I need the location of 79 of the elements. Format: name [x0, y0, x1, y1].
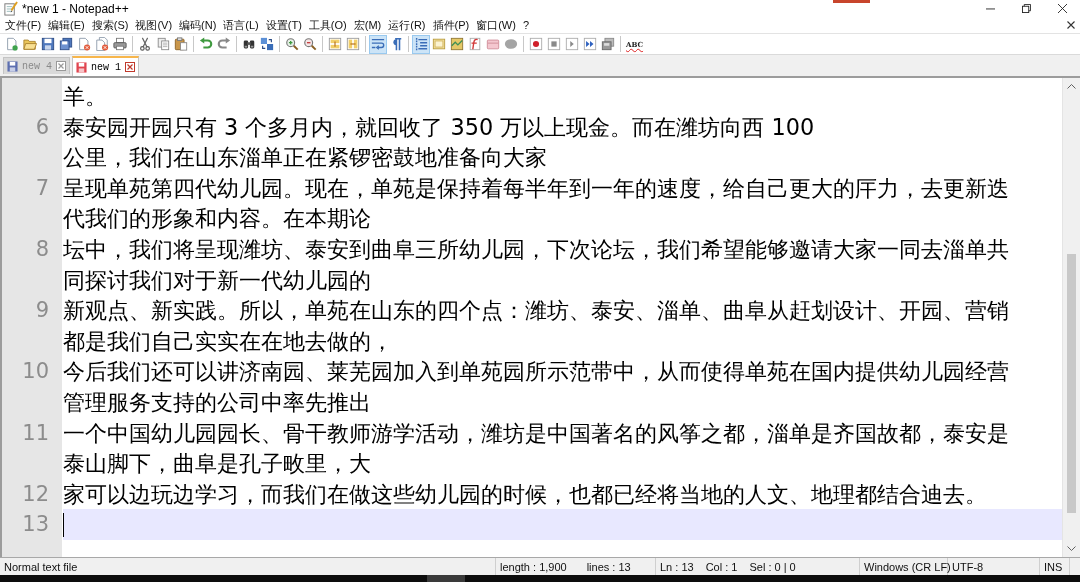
document-icon [432, 37, 446, 51]
menu-item[interactable]: 工具(O) [307, 17, 348, 33]
menu-item[interactable]: 视图(V) [134, 17, 174, 33]
menu-item[interactable]: ? [521, 17, 531, 33]
floppy-disks-icon [59, 37, 73, 51]
word-wrap-icon [371, 37, 385, 51]
line-number: 10 [22, 358, 49, 386]
window-title: *new 1 - Notepad++ [22, 1, 129, 16]
oval-icon [504, 37, 518, 51]
insert-mode-label: INS [1044, 560, 1063, 573]
replace-icon [260, 37, 274, 51]
copy-icon [156, 37, 170, 51]
printer-icon [113, 37, 127, 51]
clipboard-icon [174, 37, 188, 51]
scrollbar[interactable] [1062, 78, 1080, 557]
scrollbar-thumb[interactable] [1067, 254, 1076, 513]
code-line: 家可以边玩边学习，而我们在做这些幼儿园的时候，也都已经将当地的人文、地理都结合迪去。 [63, 479, 987, 509]
menu-item[interactable]: 运行(R) [387, 17, 427, 33]
close-icon[interactable] [1067, 21, 1075, 29]
encoding-label: UTF-8 [952, 560, 984, 573]
chevron-down-icon[interactable] [1067, 546, 1076, 552]
vertical-sync-icon [328, 37, 342, 51]
line-number: 9 [35, 297, 49, 325]
menu-item[interactable]: 编辑(E) [47, 17, 86, 33]
fast-forward-icon [583, 37, 597, 51]
macro-save-icon [601, 37, 615, 51]
code-line: 呈现单苑第四代幼儿园。现在，单苑是保持着每半年到一年的速度，给自己更大的厈力，去更新迭 代我们的形象和内容。在本期论 [63, 173, 1009, 234]
length-label: length : 1,900 [500, 560, 567, 573]
menu-item[interactable]: 宏(M) [352, 17, 383, 33]
map-icon [450, 37, 464, 51]
code-line: 坛中，我们将呈现潍坊、泰安到曲阜三所幼儿园，下次论坛，我们希望能够邀请大家一同去淄单共 同探讨我们对于新一代幼儿园的 [63, 234, 1009, 295]
indicator-strip [833, 0, 870, 3]
redo-icon [217, 37, 231, 51]
menu-item[interactable]: 窗口(W) [475, 17, 517, 33]
lines-label: lines : 13 [586, 560, 631, 573]
line-number: 13 [22, 511, 49, 539]
indent-guide-icon [414, 37, 428, 51]
menu-item[interactable]: 插件(P) [431, 17, 471, 33]
file-type-label: Normal text file [4, 560, 78, 573]
close-file-icon [77, 37, 91, 51]
tab[interactable]: new 1 [72, 56, 140, 76]
record-icon [529, 37, 543, 51]
code-line: 今后我们还可以讲济南园、莱芜园加入到单苑园所示范带中，从而使得单苑在国内提供幼儿园经营 管理服务支持的公司中率先推出 [63, 357, 1009, 417]
menu-item[interactable]: 搜索(S) [90, 17, 130, 33]
line-number: 11 [22, 419, 49, 447]
play-icon [565, 37, 579, 51]
code-line: 泰安园开园只有 3 个多月内，就回收了 350 万以上现金。而在潍坊向西 100 公里，我们在山东淄单正在紧锣密鼓地准备向大家 [63, 112, 815, 173]
restore-icon [1021, 4, 1031, 13]
zoom-in-icon [285, 37, 299, 51]
code-line: 一个中国幼儿园园长、骨干教师游学活动，潍坊是中国著名的风筝之都，淄单是齐国故都，泰安是 泰山脚下，曲阜是孔子畋里，大 [63, 418, 1009, 479]
close-icon[interactable] [125, 62, 136, 72]
code-line: 新观点、新实践。所以，单苑在山东的四个点：潍坊、泰安、淄单、曲阜从赶划设计、开园、营销 都是我们自己实实在在地去做的， [63, 296, 1009, 356]
scissors-icon [138, 37, 152, 51]
new-file-icon [5, 37, 19, 51]
folder-icon [23, 37, 37, 51]
function-list-icon [468, 37, 482, 51]
line-label: Ln : 13 [660, 560, 694, 573]
line-number: 12 [22, 480, 49, 508]
chevron-up-icon[interactable] [1067, 83, 1076, 89]
code-line: 羊。 [63, 82, 107, 111]
menu-item[interactable]: 文件(F) [4, 17, 43, 33]
folder-tab-icon [486, 37, 500, 51]
column-label: Col : 1 [705, 560, 738, 573]
text-editor[interactable] [0, 78, 1080, 557]
line-number: 6 [35, 113, 49, 141]
undo-icon [199, 37, 213, 51]
selection-label: Sel : 0 | 0 [749, 560, 796, 573]
horizontal-sync-icon [346, 37, 360, 51]
line-number: 8 [35, 235, 49, 263]
menu-item[interactable]: 语言(L) [222, 17, 260, 33]
close-all-icon [95, 37, 109, 51]
line-number: 7 [35, 174, 49, 202]
menu-item[interactable]: 编码(N) [178, 17, 218, 33]
text-cursor [63, 512, 64, 537]
zoom-out-icon [303, 37, 317, 51]
menu-item[interactable]: 设置(T) [264, 17, 303, 33]
stop-icon [547, 37, 561, 51]
line-ending-label: Windows (CR LF) [864, 560, 951, 573]
close-icon [1057, 4, 1067, 13]
